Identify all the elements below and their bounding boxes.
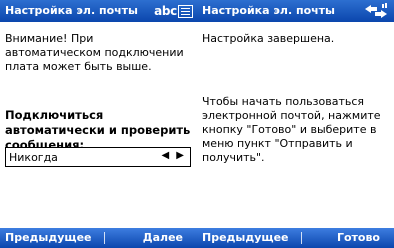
softkey-bar: Предыдущее Далее [0, 228, 197, 248]
title-bar: Настройка эл. почты abc [0, 0, 197, 22]
signal-icon [382, 4, 384, 8]
left-right-arrows-icon[interactable]: ◀ ▶ [161, 150, 186, 161]
right-screen: Настройка эл. почты Настройка завершена.… [197, 0, 394, 248]
keyboard-icon[interactable] [178, 4, 193, 18]
title-icons: abc [154, 2, 193, 20]
softkey-previous[interactable]: Предыдущее [202, 231, 289, 244]
setup-complete-text: Настройка завершена. [202, 32, 335, 45]
auto-connect-select[interactable]: Никогда ◀ ▶ [5, 147, 191, 167]
softkey-done[interactable]: Готово [337, 231, 380, 244]
softkey-divider [104, 232, 105, 244]
window-title: Настройка эл. почты [202, 4, 335, 17]
warning-text: Внимание! При автоматическом подключении… [5, 32, 191, 74]
input-mode-indicator[interactable]: abc [154, 4, 177, 18]
left-screen: Настройка эл. почты abc Внимание! При ав… [0, 0, 197, 248]
softkey-previous[interactable]: Предыдущее [5, 231, 92, 244]
connectivity-arrows-icon[interactable] [362, 2, 390, 20]
title-icons [362, 2, 390, 20]
warning-paragraph: Внимание! При автоматическом подключении… [5, 32, 184, 73]
title-bar: Настройка эл. почты [197, 0, 394, 22]
instructions-text: Чтобы начать пользоваться электронной по… [202, 95, 381, 164]
softkey-bar: Предыдущее Готово [197, 228, 394, 248]
window-title: Настройка эл. почты [5, 4, 138, 17]
softkey-divider [301, 232, 302, 244]
select-value: Никогда [9, 151, 58, 164]
softkey-next[interactable]: Далее [143, 231, 183, 244]
